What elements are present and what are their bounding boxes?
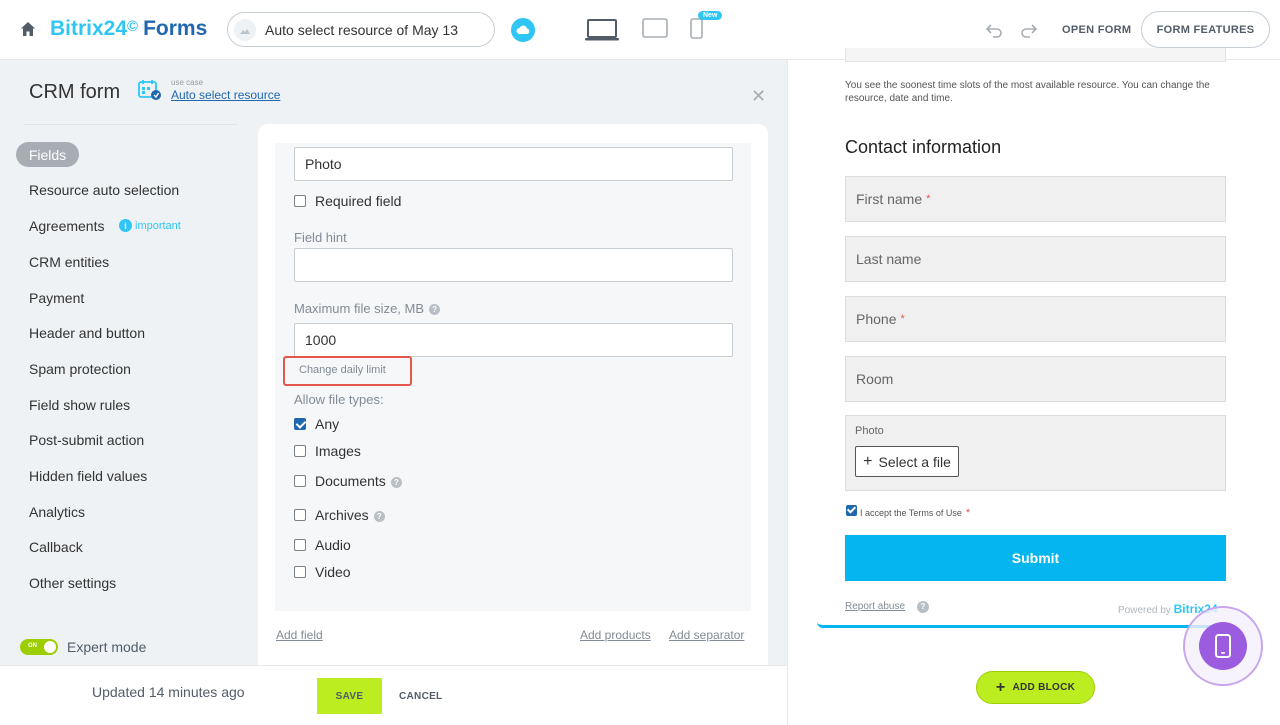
expert-mode-toggle[interactable]: ON Expert mode [20,639,146,655]
help-icon: ? [429,304,441,315]
allow-file-types-label: Allow file types: [294,392,384,407]
preview-first-name-field[interactable]: First name * [845,176,1226,222]
preview-resource-field [845,48,1226,62]
page-title: CRM form [29,81,121,103]
preview-heading: Contact information [845,137,1002,157]
type-documents-label: Documents? [315,473,402,489]
preview-room-field[interactable]: Room [845,356,1226,402]
type-video-checkbox[interactable] [294,566,306,578]
save-button[interactable]: SAVE [317,678,382,714]
new-badge: New [698,11,723,20]
change-daily-limit-link[interactable]: Change daily limit [299,364,386,376]
cloud-save-icon[interactable] [511,18,535,42]
submit-button[interactable]: Submit [845,535,1226,581]
mobile-preview-button[interactable] [1183,606,1263,686]
desktop-view-icon[interactable] [585,18,619,42]
sidebar-item-analytics[interactable]: Analytics [29,504,85,520]
field-hint-input[interactable] [294,248,733,282]
home-icon[interactable] [20,21,36,37]
preview-bottom-border [817,622,1226,628]
help-icon[interactable]: ? [917,601,929,613]
toggle-switch[interactable]: ON [20,639,58,655]
open-form-link[interactable]: OPEN FORM [1062,24,1131,36]
help-icon: ? [373,511,385,522]
sidebar-item-fields[interactable]: Fields [16,142,79,167]
add-block-button[interactable]: + ADD BLOCK [976,671,1095,704]
sidebar-item-other-settings[interactable]: Other settings [29,575,116,591]
sidebar-item-payment[interactable]: Payment [29,290,84,306]
form-features-button[interactable]: FORM FEATURES [1141,11,1270,48]
form-title-field[interactable]: Auto select resource of May 13 [227,12,495,47]
type-images-label: Images [315,443,361,459]
help-icon: ? [390,477,402,488]
terms-label[interactable]: I accept the Terms of Use * [860,507,970,519]
sidebar-item-header-and-button[interactable]: Header and button [29,325,145,341]
select-file-button[interactable]: + Select a file [855,446,959,477]
undo-icon[interactable] [985,21,1003,39]
usecase-label: use case [171,78,204,87]
plus-icon: + [995,678,1006,696]
required-field-checkbox[interactable] [294,195,306,207]
type-any-checkbox[interactable] [294,418,306,430]
sidebar-item-crm-entities[interactable]: CRM entities [29,254,109,270]
sidebar-item-hidden-field-values[interactable]: Hidden field values [29,468,147,484]
calendar-resource-icon [138,80,161,100]
brand-logo: Bitrix24© Forms [50,17,208,40]
preview-photo-field: Photo + Select a file [845,415,1226,491]
usecase-link[interactable]: Auto select resource [171,88,280,102]
close-icon[interactable]: ✕ [751,86,766,107]
type-any-label: Any [315,416,340,432]
max-file-size-label: Maximum file size, MB? [294,301,441,316]
sidebar-item-spam-protection[interactable]: Spam protection [29,361,131,377]
type-video-label: Video [315,564,351,580]
preview-note: You see the soonest time slots of the mo… [845,80,1210,104]
terms-checkbox[interactable] [846,505,857,516]
expert-mode-label: Expert mode [67,639,147,655]
sidebar-item-post-submit-action[interactable]: Post-submit action [29,432,144,448]
phone-icon [1199,622,1247,670]
add-products-link[interactable]: Add products [580,628,651,642]
required-field-label: Required field [315,193,402,209]
sidebar-item-resource-auto-selection[interactable]: Resource auto selection [29,182,179,198]
preview-last-name-field[interactable]: Last name [845,236,1226,282]
redo-icon[interactable] [1020,21,1038,39]
change-daily-limit-highlight[interactable]: Change daily limit [283,356,412,386]
type-documents-checkbox[interactable] [294,475,306,487]
preview-photo-label: Photo [855,425,884,437]
add-separator-link[interactable]: Add separator [669,628,744,642]
sidebar-item-agreements[interactable]: Agreements [29,218,104,234]
field-hint-label: Field hint [294,230,347,245]
cancel-button[interactable]: CANCEL [399,691,442,702]
tablet-view-icon[interactable] [642,18,668,38]
preview-phone-field[interactable]: Phone * [845,296,1226,342]
max-file-size-input[interactable]: 1000 [294,323,733,357]
mobile-view-icon[interactable] [690,18,704,40]
sidebar-item-field-show-rules[interactable]: Field show rules [29,397,130,413]
image-icon [234,19,256,41]
plus-icon: + [863,452,873,470]
important-badge[interactable]: i important [119,219,181,232]
type-images-checkbox[interactable] [294,445,306,457]
info-icon: i [119,219,132,232]
type-audio-label: Audio [315,537,351,553]
report-abuse-link[interactable]: Report abuse [845,601,905,612]
type-archives-checkbox[interactable] [294,509,306,521]
sidebar-item-callback[interactable]: Callback [29,539,83,555]
type-audio-checkbox[interactable] [294,539,306,551]
updated-status: Updated 14 minutes ago [92,684,245,700]
field-name-input[interactable]: Photo [294,147,733,181]
type-archives-label: Archives? [315,507,385,523]
add-field-link[interactable]: Add field [276,628,323,642]
nav-divider [24,124,237,125]
